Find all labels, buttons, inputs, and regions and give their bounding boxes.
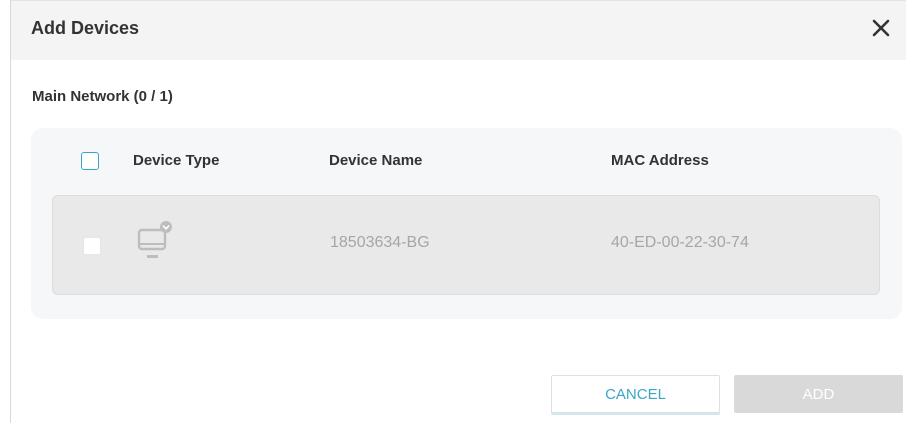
add-devices-dialog: Add Devices Main Network (0 / 1) Device … [0,0,906,423]
dialog-title: Add Devices [31,18,140,38]
close-button[interactable] [868,15,894,41]
mac-address-cell: 40-ED-00-22-30-74 [611,234,749,251]
device-table: Device Type Device Name MAC Address 1850… [31,128,902,319]
section-title: Main Network (0 / 1) [32,88,173,105]
row-checkbox[interactable] [83,237,101,255]
computer-icon [137,221,172,258]
table-row: 18503634-BG 40-ED-00-22-30-74 [52,195,880,295]
column-header-device-type: Device Type [133,152,220,169]
column-header-mac-address: MAC Address [611,152,709,169]
cancel-button[interactable]: CANCEL [551,375,720,413]
device-name-cell: 18503634-BG [330,234,430,251]
close-icon [872,19,890,37]
column-header-device-name: Device Name [329,152,423,169]
select-all-checkbox[interactable] [81,152,99,170]
dialog-left-border [10,0,11,423]
dialog-header: Add Devices [11,0,906,60]
add-button[interactable]: ADD [734,375,903,413]
